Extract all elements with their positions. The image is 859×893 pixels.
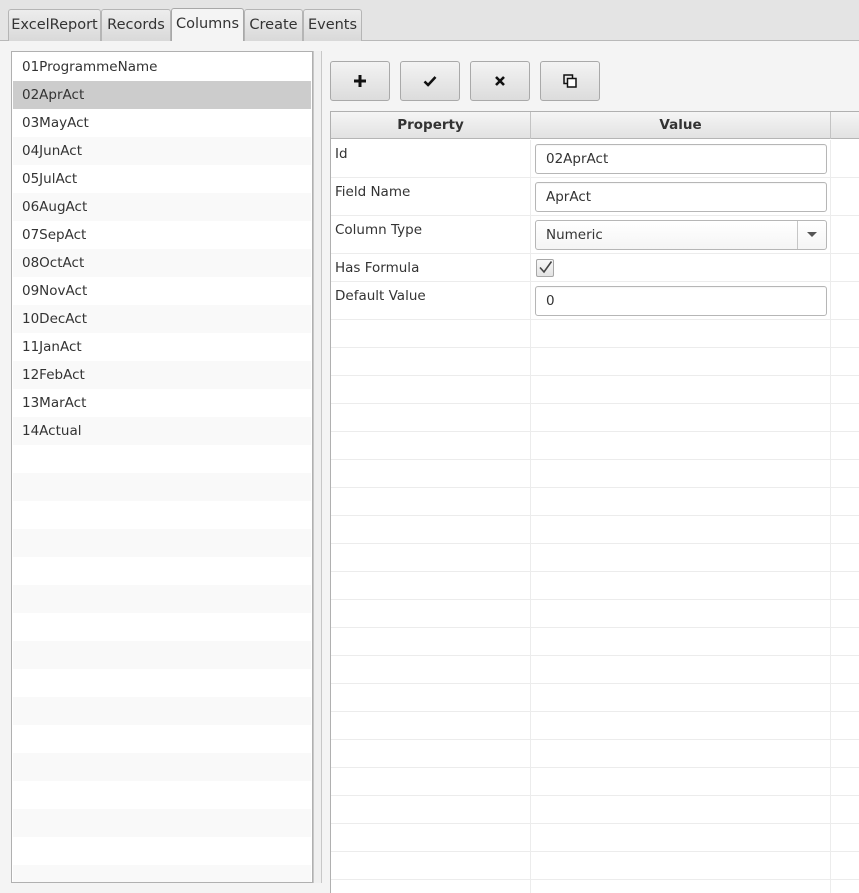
table-row: Id 02AprAct (331, 140, 859, 178)
table-header: Property Value (331, 112, 859, 139)
column-type-value: Numeric (546, 227, 603, 243)
list-item[interactable]: 01ProgrammeName (13, 53, 311, 81)
list-empty-row (13, 725, 311, 753)
toolbar (322, 51, 859, 110)
table-empty-row (331, 628, 859, 656)
x-icon (495, 76, 505, 86)
table-empty-row (331, 600, 859, 628)
list-empty-row (13, 781, 311, 809)
table-empty-row (331, 768, 859, 796)
table-empty-row (331, 432, 859, 460)
copy-icon (563, 74, 577, 88)
list-empty-row (13, 809, 311, 837)
list-empty-row (13, 557, 311, 585)
chevron-down-icon (807, 232, 817, 237)
table-empty-row (331, 824, 859, 852)
list-empty-row (13, 697, 311, 725)
list-item[interactable]: 05JulAct (13, 165, 311, 193)
list-empty-row (13, 473, 311, 501)
table-empty-row (331, 404, 859, 432)
list-item[interactable]: 11JanAct (13, 333, 311, 361)
tab-columns[interactable]: Columns (171, 8, 244, 41)
list-item[interactable]: 02AprAct (13, 81, 311, 109)
table-empty-row (331, 348, 859, 376)
header-value[interactable]: Value (531, 112, 831, 139)
column-type-select[interactable]: Numeric (535, 220, 827, 250)
header-property[interactable]: Property (331, 112, 531, 139)
columns-list[interactable]: 01ProgrammeName 02AprAct 03MayAct 04JunAct 0… (11, 51, 313, 883)
list-item[interactable]: 10DecAct (13, 305, 311, 333)
field-name-field[interactable]: AprAct (535, 182, 827, 212)
list-item[interactable]: 06AugAct (13, 193, 311, 221)
tab-excelreport[interactable]: ExcelReport (8, 9, 101, 41)
list-empty-row (13, 585, 311, 613)
table-empty-row (331, 712, 859, 740)
check-icon (539, 261, 553, 274)
prop-label-column-type: Column Type (335, 222, 422, 238)
table-empty-row (331, 320, 859, 348)
list-empty-row (13, 641, 311, 669)
list-item[interactable]: 09NovAct (13, 277, 311, 305)
plus-icon (354, 75, 366, 87)
copy-button[interactable] (540, 61, 600, 101)
columns-panel: 01ProgrammeName 02AprAct 03MayAct 04JunAct 0… (0, 41, 859, 893)
property-table: Property Value Id 02AprAct Field Name Ap… (330, 111, 859, 893)
table-empty-row (331, 460, 859, 488)
table-empty-row (331, 516, 859, 544)
table-empty-row (331, 880, 859, 893)
tab-create[interactable]: Create (244, 9, 303, 41)
list-item[interactable]: 12FebAct (13, 361, 311, 389)
list-item[interactable]: 03MayAct (13, 109, 311, 137)
prop-label-field-name: Field Name (335, 184, 411, 200)
table-empty-row (331, 740, 859, 768)
list-empty-row (13, 501, 311, 529)
table-row: Has Formula (331, 254, 859, 282)
table-empty-row (331, 852, 859, 880)
dropdown-arrow[interactable] (797, 221, 826, 249)
list-item[interactable]: 07SepAct (13, 221, 311, 249)
list-empty-row (13, 669, 311, 697)
tab-events[interactable]: Events (303, 9, 362, 41)
has-formula-checkbox[interactable] (536, 259, 554, 277)
split-divider[interactable] (313, 51, 322, 883)
list-empty-row (13, 445, 311, 473)
list-empty-row (13, 529, 311, 557)
apply-button[interactable] (400, 61, 460, 101)
table-empty-row (331, 572, 859, 600)
list-item[interactable]: 14Actual (13, 417, 311, 445)
default-value-field[interactable]: 0 (535, 286, 827, 316)
table-empty-row (331, 656, 859, 684)
tab-records[interactable]: Records (101, 9, 171, 41)
prop-label-id: Id (335, 146, 348, 162)
list-empty-row (13, 753, 311, 781)
check-icon (423, 76, 437, 87)
prop-label-default-value: Default Value (335, 288, 426, 304)
header-filler (831, 112, 859, 139)
list-item[interactable]: 13MarAct (13, 389, 311, 417)
tab-bar: ExcelReport Records Columns Create Event… (0, 0, 859, 41)
table-empty-row (331, 684, 859, 712)
list-empty-row (13, 613, 311, 641)
table-row: Column Type Numeric (331, 216, 859, 254)
table-row: Field Name AprAct (331, 178, 859, 216)
prop-label-has-formula: Has Formula (335, 260, 420, 276)
id-field[interactable]: 02AprAct (535, 144, 827, 174)
list-empty-row (13, 865, 311, 882)
list-item[interactable]: 04JunAct (13, 137, 311, 165)
table-empty-row (331, 796, 859, 824)
table-row: Default Value 0 (331, 282, 859, 320)
add-button[interactable] (330, 61, 390, 101)
delete-button[interactable] (470, 61, 530, 101)
table-empty-row (331, 488, 859, 516)
list-empty-row (13, 837, 311, 865)
table-empty-row (331, 544, 859, 572)
list-item[interactable]: 08OctAct (13, 249, 311, 277)
table-empty-row (331, 376, 859, 404)
